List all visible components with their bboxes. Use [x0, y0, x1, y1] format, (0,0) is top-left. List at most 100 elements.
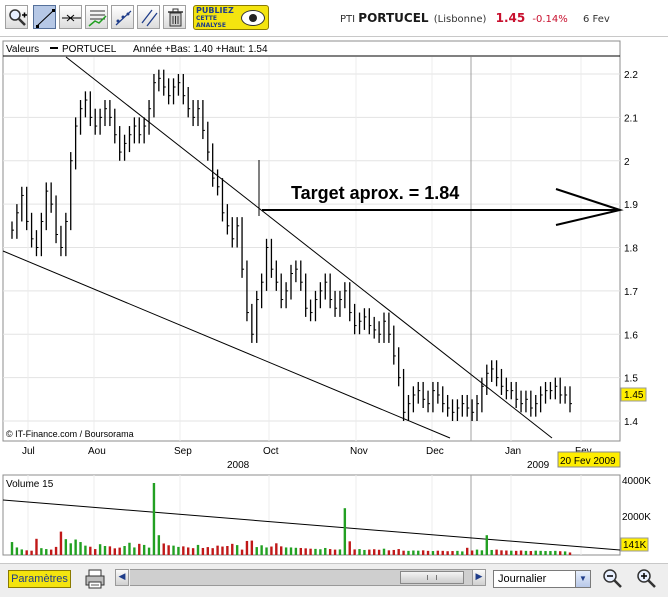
parallel-lines-tool-button[interactable]: [137, 5, 160, 29]
volume-bar: [123, 546, 126, 555]
quote-header: PTI PORTUCEL (Lisbonne) 1.45 -0.14% 6 Fe…: [340, 11, 610, 25]
volume-bar: [98, 544, 102, 555]
volume-bar: [431, 551, 435, 555]
volume-bar: [373, 549, 376, 555]
volume-bar: [456, 550, 459, 555]
trendline-icon: [36, 9, 55, 28]
volume-last-label: 141K: [623, 540, 647, 551]
volume-bar: [79, 542, 82, 555]
volume-bar: [118, 547, 121, 555]
x-tick-label: Jan: [505, 446, 521, 457]
legend-series-swatch: [50, 47, 58, 49]
volume-bar: [426, 550, 430, 555]
zoom-in-button[interactable]: [635, 567, 658, 591]
volume-bar: [284, 547, 288, 555]
parameters-button[interactable]: Paramètres: [8, 570, 71, 588]
arrow-right-icon: ▶: [475, 572, 483, 582]
quote-price: 1.45: [495, 11, 526, 25]
magnifier-minus-icon: [603, 569, 622, 588]
y-tick-label: 1.4: [624, 417, 638, 428]
volume-bar: [191, 548, 195, 555]
volume-bar: [314, 548, 317, 555]
scroll-right-button[interactable]: ▶: [472, 569, 486, 586]
volume-bar: [475, 549, 479, 555]
volume-bar: [221, 546, 224, 555]
volume-bar: [289, 547, 293, 555]
volume-bar: [255, 547, 258, 555]
channel-icon: [88, 10, 107, 27]
x-tick-label: Jul: [22, 446, 35, 457]
x-axis-labels: JulAouSepOctNovDecJanFev20082009: [22, 446, 592, 471]
legend-series: PORTUCEL: [62, 44, 117, 55]
volume-bar: [358, 549, 361, 555]
volume-bar: [54, 546, 58, 555]
volume-bar: [45, 549, 48, 555]
volume-bar: [89, 546, 92, 555]
volume-bar: [147, 547, 151, 555]
scroll-track[interactable]: [130, 569, 472, 586]
trash-tool-button[interactable]: [163, 5, 186, 29]
volume-bar: [25, 550, 28, 555]
y-axis-labels: 2.2 2.1 2 1.9 1.8 1.7 1.6 1.5 1.4: [624, 70, 638, 428]
scroll-thumb[interactable]: [400, 571, 464, 584]
volume-bar: [549, 551, 552, 555]
volume-bar: [353, 549, 356, 555]
volume-bar: [206, 547, 209, 555]
publish-analysis-button[interactable]: PUBLIEZ CETTE ANALYSE: [193, 5, 269, 30]
y-tick-label: 1.8: [624, 244, 638, 255]
volume-bar: [382, 548, 386, 555]
volume-bar: [157, 535, 161, 555]
volume-bar: [250, 540, 254, 555]
year-label: 2009: [527, 460, 550, 471]
volume-bar: [245, 540, 249, 555]
volume-bar: [407, 550, 410, 555]
y-tick-label: 2: [624, 157, 630, 168]
quote-name: PORTUCEL: [358, 11, 429, 25]
volume-bar: [441, 550, 444, 555]
volume-bar: [544, 551, 547, 555]
volume-bar: [15, 547, 19, 555]
volume-bar: [182, 546, 185, 555]
volume-bar: [30, 550, 33, 555]
toolbar: PUBLIEZ CETTE ANALYSE PTI PORTUCEL (Lisb…: [0, 0, 668, 37]
volume-bar: [177, 546, 180, 555]
horizontal-line-tool-button[interactable]: [59, 5, 82, 29]
volume-bar: [490, 549, 493, 555]
volume-bar: [84, 545, 87, 555]
period-select[interactable]: Journalier ▼: [493, 570, 591, 588]
zoom-tool-button[interactable]: [5, 5, 28, 29]
volume-bar: [309, 548, 312, 555]
zoom-out-button[interactable]: [601, 567, 624, 591]
volume-bar: [324, 547, 327, 555]
trendline-tool-button[interactable]: [33, 5, 56, 29]
volume-bar: [568, 552, 572, 555]
volume-bar: [417, 550, 420, 555]
volume-bar: [461, 551, 464, 555]
volume-bar: [304, 548, 307, 555]
volume-bar: [10, 542, 14, 555]
volume-bar: [505, 550, 508, 555]
quote-change: -0.14%: [532, 14, 568, 25]
date-tag-label: 20 Fev 2009: [560, 456, 616, 467]
volume-bar: [260, 545, 263, 555]
fibonacci-tool-button[interactable]: [111, 5, 134, 29]
print-button[interactable]: [84, 568, 106, 590]
scroll-left-button[interactable]: ◀: [115, 569, 129, 586]
watermark: © IT-Finance.com / Boursorama: [6, 429, 134, 439]
volume-bar: [519, 550, 523, 555]
chart-svg[interactable]: 2.2 2.1 2 1.9 1.8 1.7 1.6 1.5 1.4 Jul Aou Sep Oct No…: [0, 38, 668, 563]
year-label: 2008: [227, 460, 250, 471]
x-tick-label: Aou: [88, 446, 106, 457]
y-tick-label: 1.6: [624, 330, 638, 341]
volume-bar: [480, 550, 484, 555]
volume-bar: [74, 539, 77, 555]
volume-bar: [152, 483, 156, 555]
volume-bar: [35, 538, 38, 555]
last-price-label: 1.45: [624, 390, 644, 401]
volume-bar: [172, 545, 175, 555]
volume-bar: [343, 508, 347, 555]
parallel-lines-icon: [141, 9, 158, 27]
volume-bar: [363, 549, 366, 555]
channel-tool-button[interactable]: [85, 5, 108, 29]
volume-bar: [167, 545, 170, 555]
